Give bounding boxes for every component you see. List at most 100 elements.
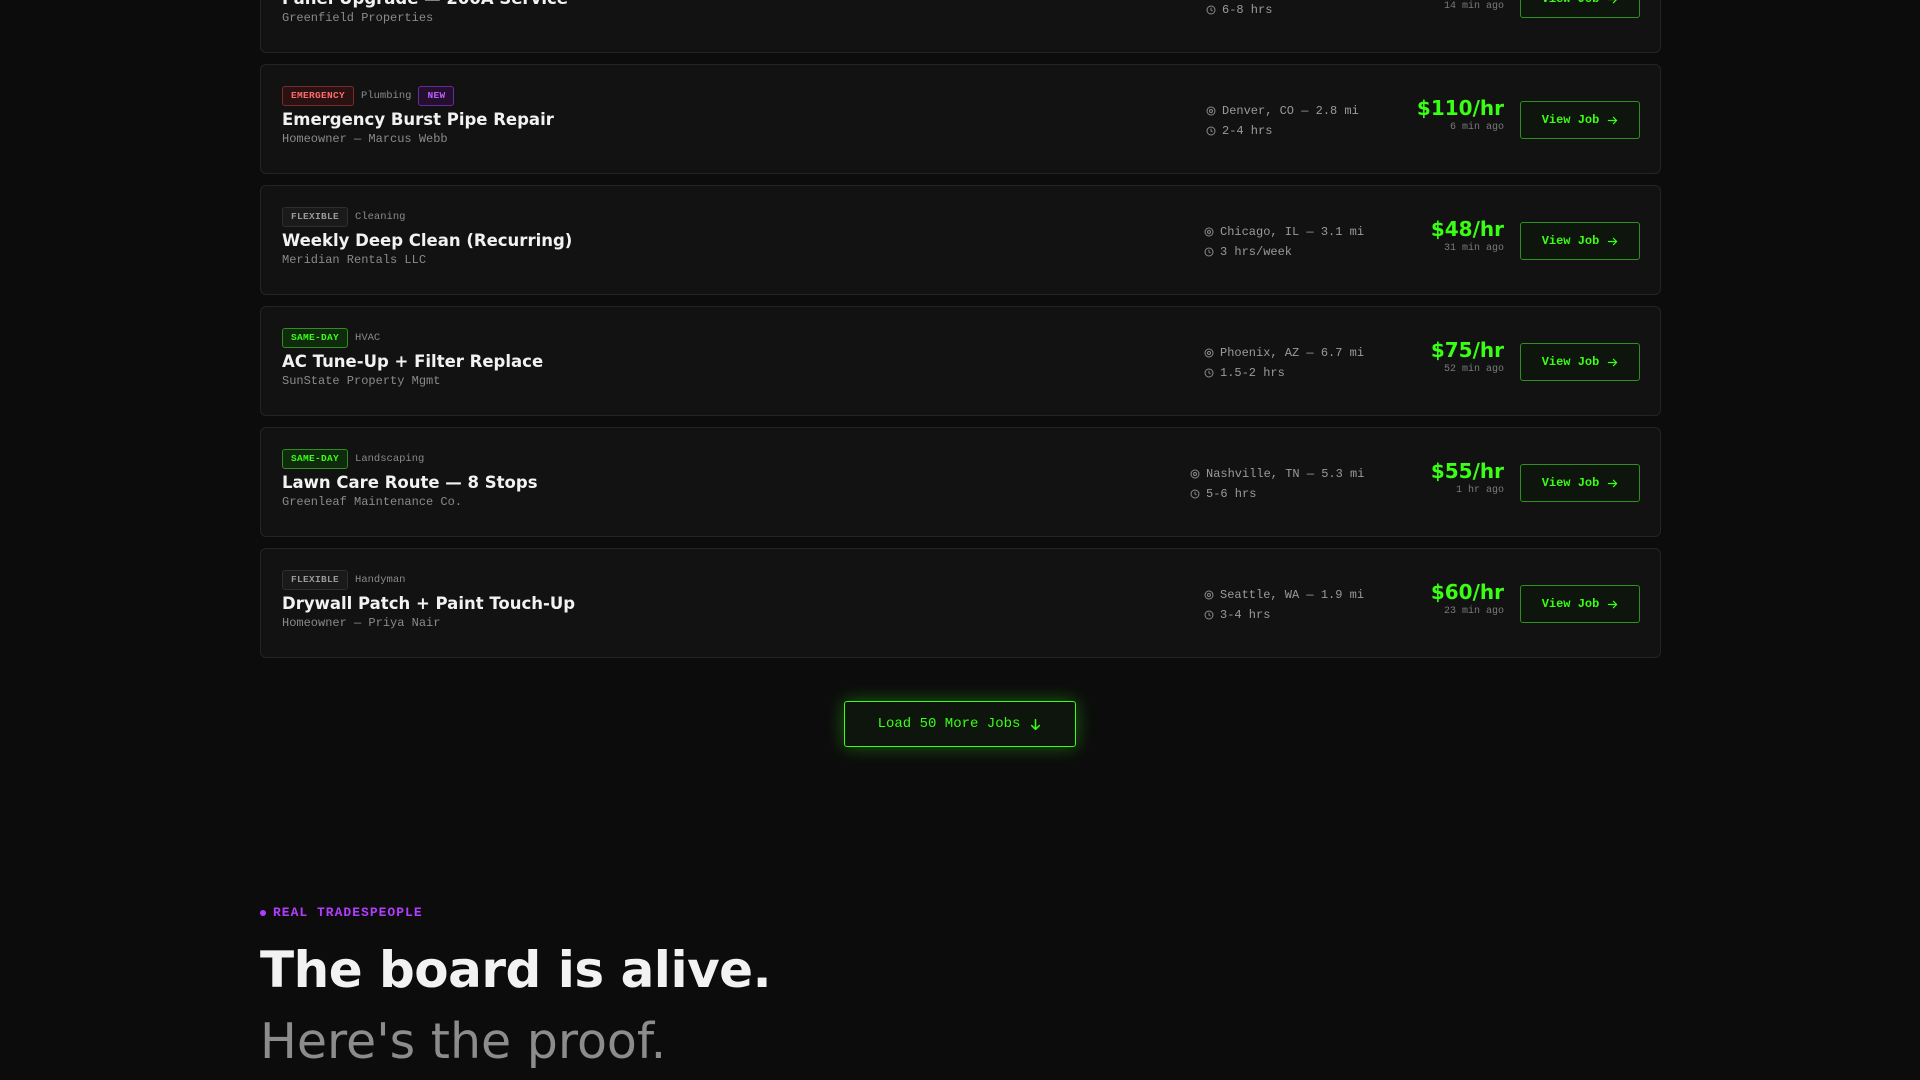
arrow-down-icon xyxy=(1031,718,1041,730)
job-client: Greenleaf Maintenance Co. xyxy=(282,495,463,509)
section-eyebrow: REAL TRADESPEOPLE xyxy=(260,905,771,920)
job-duration: 1.5-2 hrs xyxy=(1204,363,1364,383)
job-duration-text: 2-4 hrs xyxy=(1222,124,1273,138)
job-client: Homeowner — Priya Nair xyxy=(282,616,441,630)
section-subheadline: Here's the proof. xyxy=(260,1013,667,1070)
job-posted-time: 14 min ago xyxy=(1443,1,1504,12)
job-pay: $55/hr 1 hr ago xyxy=(1431,459,1504,496)
job-location: Chicago, IL — 3.1 mi xyxy=(1204,222,1364,242)
clock-icon xyxy=(1190,489,1200,499)
job-tag-emergency: EMERGENCY xyxy=(282,86,355,106)
view-job-button[interactable]: View Job xyxy=(1520,222,1640,260)
job-rate: $110/hr xyxy=(1416,96,1504,120)
job-pay: $85/hr 14 min ago xyxy=(1431,0,1504,12)
job-duration-text: 6-8 hrs xyxy=(1222,3,1273,17)
job-card[interactable]: EMERGENCY Plumbing NEW Emergency Burst Pip… xyxy=(260,64,1661,174)
view-job-label: View Job xyxy=(1542,0,1600,6)
job-location-text: Phoenix, AZ — 6.7 mi xyxy=(1220,346,1365,360)
arrow-right-icon xyxy=(1608,358,1618,366)
job-pay: $110/hr 6 min ago xyxy=(1417,96,1504,133)
job-posted-time: 23 min ago xyxy=(1443,606,1504,617)
arrow-right-icon xyxy=(1608,600,1618,608)
view-job-button[interactable]: View Job xyxy=(1520,464,1640,502)
job-board-page: Panel Upgrade — 200A Service Greenfield … xyxy=(0,0,1920,1080)
job-card[interactable]: FLEXIBLE Handyman Drywall Patch + Paint T… xyxy=(260,548,1661,658)
job-category: Landscaping xyxy=(355,453,425,465)
load-more-label: Load 50 More Jobs xyxy=(877,716,1021,732)
view-job-button[interactable]: View Job xyxy=(1520,585,1640,623)
job-title: Weekly Deep Clean (Recurring) xyxy=(282,231,573,250)
clock-icon xyxy=(1206,5,1216,15)
job-category: Cleaning xyxy=(355,211,406,223)
clock-icon xyxy=(1204,247,1214,257)
arrow-right-icon xyxy=(1608,116,1618,124)
job-tags: EMERGENCY Plumbing NEW xyxy=(282,86,554,106)
job-rate: $48/hr xyxy=(1430,217,1504,241)
job-location-text: Denver, CO — 2.8 mi xyxy=(1222,104,1359,118)
job-location-text: Nashville, TN — 5.3 mi xyxy=(1206,467,1365,481)
job-meta: Phoenix, AZ — 6.7 mi 1.5-2 hrs xyxy=(1204,343,1364,383)
job-pay: $48/hr 31 min ago xyxy=(1431,217,1504,254)
load-more-jobs-button[interactable]: Load 50 More Jobs xyxy=(844,701,1076,747)
job-client: Meridian Rentals LLC xyxy=(282,253,427,267)
job-meta: Chicago, IL — 3.1 mi 3 hrs/week xyxy=(1204,222,1364,262)
job-client: Homeowner — Marcus Webb xyxy=(282,132,448,146)
location-pin-icon xyxy=(1190,469,1200,479)
job-card[interactable]: Panel Upgrade — 200A Service Greenfield … xyxy=(260,0,1661,53)
job-category: HVAC xyxy=(355,332,381,344)
job-summary: FLEXIBLE Cleaning Weekly Deep Clean (Recu… xyxy=(282,207,572,267)
job-duration-text: 1.5-2 hrs xyxy=(1220,366,1285,380)
view-job-button[interactable]: View Job xyxy=(1520,343,1640,381)
job-title: Emergency Burst Pipe Repair xyxy=(282,110,554,129)
view-job-button[interactable]: View Job xyxy=(1520,0,1640,18)
job-summary: SAME-DAY Landscaping Lawn Care Route — 8 … xyxy=(282,449,538,509)
section-headline: The board is alive. xyxy=(260,941,772,999)
job-card[interactable]: FLEXIBLE Cleaning Weekly Deep Clean (Recu… xyxy=(260,185,1661,295)
clock-icon xyxy=(1206,126,1216,136)
job-pay: $60/hr 23 min ago xyxy=(1431,580,1504,617)
job-card[interactable]: SAME-DAY HVAC AC Tune-Up + Filter Replace… xyxy=(260,306,1661,416)
job-pay: $75/hr 52 min ago xyxy=(1431,338,1504,375)
job-location: Phoenix, AZ — 6.7 mi xyxy=(1204,343,1364,363)
job-summary: EMERGENCY Plumbing NEW Emergency Burst Pip… xyxy=(282,86,554,146)
job-tags: SAME-DAY Landscaping xyxy=(282,449,538,469)
job-tags: FLEXIBLE Cleaning xyxy=(282,207,572,227)
job-duration: 3-4 hrs xyxy=(1204,605,1364,625)
job-summary: Panel Upgrade — 200A Service Greenfield … xyxy=(282,0,568,25)
job-rate: $60/hr xyxy=(1430,580,1504,604)
clock-icon xyxy=(1204,368,1214,378)
job-posted-time: 31 min ago xyxy=(1443,243,1504,254)
arrow-right-icon xyxy=(1608,479,1618,487)
job-client: Greenfield Properties xyxy=(282,11,434,25)
job-tag-new: NEW xyxy=(418,86,455,106)
job-location-text: Chicago, IL — 3.1 mi xyxy=(1220,225,1365,239)
job-tags: FLEXIBLE Handyman xyxy=(282,570,575,590)
clock-icon xyxy=(1204,610,1214,620)
job-location: Denver, CO — 2.8 mi xyxy=(1206,101,1359,121)
job-tag-same-day: SAME-DAY xyxy=(282,328,349,348)
view-job-label: View Job xyxy=(1541,597,1600,611)
job-duration-text: 3-4 hrs xyxy=(1220,608,1271,622)
arrow-right-icon xyxy=(1608,237,1618,245)
job-location: Nashville, TN — 5.3 mi xyxy=(1190,464,1364,484)
job-card[interactable]: SAME-DAY Landscaping Lawn Care Route — 8 … xyxy=(260,427,1661,537)
job-duration: 3 hrs/week xyxy=(1204,242,1364,262)
job-location: Seattle, WA — 1.9 mi xyxy=(1204,585,1364,605)
location-pin-icon xyxy=(1206,106,1216,116)
arrow-right-icon xyxy=(1613,0,1617,3)
job-meta: Nashville, TN — 5.3 mi 5-6 hrs xyxy=(1190,464,1364,504)
job-tag-flexible: FLEXIBLE xyxy=(282,207,349,227)
job-duration-text: 5-6 hrs xyxy=(1206,487,1257,501)
job-posted-time: 6 min ago xyxy=(1449,122,1504,133)
location-pin-icon xyxy=(1204,348,1214,358)
job-rate: $55/hr xyxy=(1430,459,1504,483)
job-title: Lawn Care Route — 8 Stops xyxy=(282,473,538,492)
job-tag-same-day: SAME-DAY xyxy=(282,449,349,469)
view-job-label: View Job xyxy=(1541,355,1600,369)
view-job-button[interactable]: View Job xyxy=(1520,101,1640,139)
job-meta: Denver, CO — 2.8 mi 2-4 hrs xyxy=(1206,101,1359,141)
job-location-text: Seattle, WA — 1.9 mi xyxy=(1220,588,1365,602)
job-meta: Austin, TX — 4.2 mi 6-8 hrs xyxy=(1206,0,1359,20)
eyebrow-label: REAL TRADESPEOPLE xyxy=(273,905,423,920)
job-tag-flexible: FLEXIBLE xyxy=(282,570,349,590)
